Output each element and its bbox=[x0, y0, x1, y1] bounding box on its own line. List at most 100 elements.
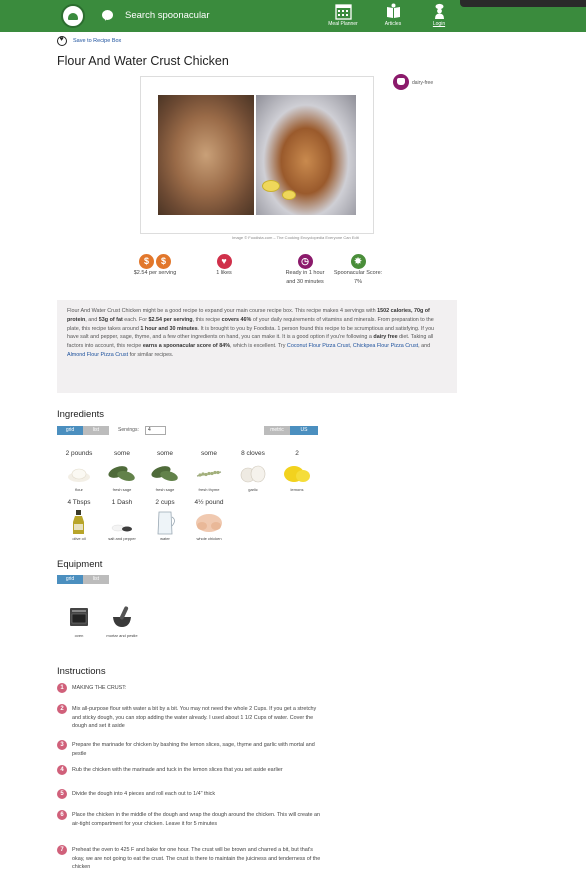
ingredient-name: whole chicken bbox=[196, 536, 222, 541]
photo-credit[interactable]: Image © Foodista.com – The Cooking Encyc… bbox=[232, 235, 359, 240]
calendar-icon bbox=[334, 4, 352, 20]
metric-toggle[interactable]: metric bbox=[264, 426, 290, 435]
recipe-title: Flour And Water Crust Chicken bbox=[57, 54, 229, 68]
stat-likes: ♥ 1 likes bbox=[202, 254, 246, 278]
garlic-image bbox=[240, 465, 266, 483]
dollar-icon: $ bbox=[139, 254, 154, 269]
step-text: Mix all-purpose flour with water a bit b… bbox=[72, 706, 317, 730]
nav-label: Meal Planner bbox=[328, 21, 358, 27]
nav-label: Login bbox=[432, 21, 446, 27]
step-text: Prepare the marinade for chicken by bash… bbox=[72, 742, 315, 757]
equipment-name: mortar and pestle bbox=[106, 633, 138, 638]
summary-text: , which is excellent. Try bbox=[230, 343, 287, 350]
ingredient-amount: some bbox=[201, 450, 217, 457]
heart-icon[interactable] bbox=[57, 36, 67, 46]
step-text: Place the chicken in the middle of the d… bbox=[72, 812, 321, 827]
mortar-and-pestle-image bbox=[113, 606, 131, 627]
recipe-photo-right bbox=[256, 95, 356, 215]
ingredients-grid-toggle[interactable]: grid bbox=[57, 426, 83, 435]
ingredient-name: fresh sage bbox=[112, 487, 132, 492]
servings-input[interactable]: 4 bbox=[145, 426, 166, 435]
sage-image bbox=[151, 466, 178, 481]
ingredient-name: lemons bbox=[290, 487, 304, 492]
similar-recipe-link[interactable]: Coconut Flour Pizza Crust bbox=[287, 343, 350, 349]
similar-recipe-link[interactable]: Almond Flour Pizza Crust bbox=[67, 352, 128, 358]
heart-icon: ♥ bbox=[216, 254, 232, 269]
ingredient-name: olive oil bbox=[72, 536, 86, 541]
nav-articles[interactable]: Articles bbox=[373, 3, 413, 30]
ingredient-item[interactable]: 2 pounds flour bbox=[59, 450, 99, 492]
ingredient-amount: 8 cloves bbox=[241, 450, 265, 457]
ingredient-item[interactable]: 8 cloves garlic bbox=[233, 450, 273, 492]
ingredient-item[interactable]: 2 lemons bbox=[277, 450, 317, 492]
ingredient-amount: 4 Tbsps bbox=[67, 499, 91, 506]
search-link[interactable]: Search spoonacular bbox=[125, 10, 210, 21]
summary-bold: $2.54 per serving bbox=[148, 316, 193, 323]
instructions-heading: Instructions bbox=[57, 666, 106, 677]
stat-ready-time: ◷ Ready in 1 hour and 30 minutes bbox=[282, 254, 328, 287]
ingredient-item[interactable]: some fresh sage bbox=[145, 450, 185, 492]
ingredient-item[interactable]: 2 cups water bbox=[145, 499, 185, 541]
lemon-image bbox=[284, 466, 310, 482]
summary-text: , this recipe bbox=[192, 316, 222, 323]
ingredient-amount: 2 cups bbox=[155, 499, 175, 506]
step-number: 3 bbox=[57, 740, 67, 750]
summary-bold: dairy free bbox=[373, 334, 398, 341]
clock-icon: ◷ bbox=[297, 254, 313, 269]
summary-bold: covers 46% bbox=[221, 316, 252, 323]
stat-score-label[interactable]: Spoonacular Score: 7% bbox=[334, 270, 382, 285]
ingredient-item[interactable]: 1 Dash salt and pepper bbox=[102, 499, 142, 541]
ingredient-amount: some bbox=[157, 450, 173, 457]
equipment-name: oven bbox=[74, 633, 84, 638]
step-text: Preheat the oven to 425 F and bake for o… bbox=[72, 847, 321, 871]
flour-image bbox=[68, 468, 90, 482]
dollar-icon: $ bbox=[156, 254, 171, 269]
recipe-photo-left bbox=[158, 95, 254, 215]
step-text: Rub the chicken with the marinade and tu… bbox=[72, 767, 283, 773]
ingredient-name: salt and pepper bbox=[108, 536, 136, 541]
spoonacular-logo[interactable] bbox=[61, 4, 85, 28]
oven-image bbox=[70, 608, 88, 626]
step-number: 6 bbox=[57, 810, 67, 820]
salt-and-pepper-image bbox=[111, 524, 132, 532]
equipment-heading: Equipment bbox=[57, 559, 103, 570]
step-number: 2 bbox=[57, 704, 67, 714]
equipment-item[interactable]: oven bbox=[59, 604, 99, 638]
thyme-image bbox=[196, 470, 222, 477]
ingredient-name: flour bbox=[75, 487, 83, 492]
equipment-grid-toggle[interactable]: grid bbox=[57, 575, 83, 584]
water-pitcher-image bbox=[157, 511, 175, 535]
step-number: 4 bbox=[57, 765, 67, 775]
ingredients-list-toggle[interactable]: list bbox=[83, 426, 109, 435]
ingredient-amount: 4½ pound bbox=[194, 499, 224, 506]
save-to-recipe-box-link[interactable]: Save to Recipe Box bbox=[73, 38, 121, 44]
step-number: 7 bbox=[57, 845, 67, 855]
equipment-list-toggle[interactable]: list bbox=[83, 575, 109, 584]
step-number: 5 bbox=[57, 789, 67, 799]
chat-bubble-icon[interactable] bbox=[102, 10, 113, 21]
ingredient-item[interactable]: some fresh sage bbox=[102, 450, 142, 492]
ingredient-item[interactable]: some fresh thyme bbox=[189, 450, 229, 492]
whole-chicken-image bbox=[196, 514, 222, 532]
nav-login[interactable]: Login bbox=[419, 3, 459, 30]
ingredient-item[interactable]: 4 Tbsps olive oil bbox=[59, 499, 99, 541]
ingredient-name: fresh thyme bbox=[198, 487, 220, 492]
stat-price-label: $2.54 per serving bbox=[133, 270, 177, 276]
stat-likes-label: 1 likes bbox=[216, 270, 232, 276]
ingredients-heading: Ingredients bbox=[57, 409, 105, 420]
summary-text: , and bbox=[418, 343, 431, 350]
summary-text: Flour And Water Crust Chicken might be a… bbox=[67, 308, 378, 314]
summary-text: , and bbox=[85, 316, 99, 323]
us-units-toggle[interactable]: US bbox=[290, 426, 318, 435]
step-text: MAKING THE CRUST: bbox=[72, 685, 127, 691]
servings-label: Servings: bbox=[118, 427, 139, 433]
ingredient-amount: 1 Dash bbox=[111, 499, 133, 506]
book-icon bbox=[386, 3, 400, 18]
ingredient-item[interactable]: 4½ pound whole chicken bbox=[189, 499, 229, 541]
similar-recipe-link[interactable]: Chickpea Flour Pizza Crust bbox=[353, 343, 418, 349]
dairy-free-icon bbox=[393, 74, 409, 90]
summary-bold: earns a spoonacular score of 84% bbox=[142, 343, 230, 350]
equipment-item[interactable]: mortar and pestle bbox=[102, 604, 142, 638]
dropdown-panel-edge bbox=[460, 0, 586, 7]
nav-meal-planner[interactable]: Meal Planner bbox=[323, 3, 363, 30]
